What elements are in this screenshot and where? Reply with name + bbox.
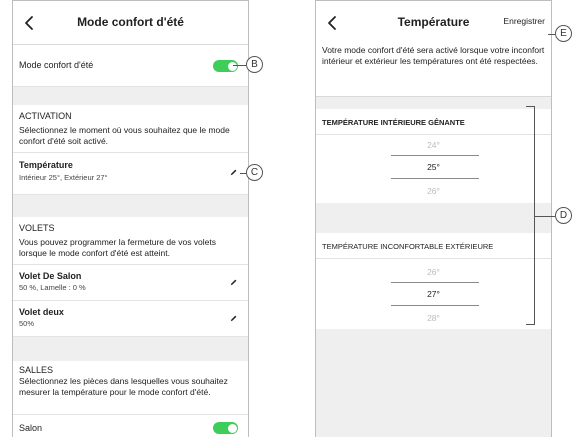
summer-mode-label: Mode confort d'été [19,60,94,70]
room-label: Salon [19,423,43,433]
activation-section: ACTIVATION Sélectionnez le moment où vou… [13,105,248,153]
outdoor-header-row: TEMPÉRATURE INCONFORTABLE EXTÉRIEURE [316,233,551,259]
picker-line [391,178,479,179]
summer-mode-row: Mode confort d'été [13,45,248,87]
picker-line [391,155,479,156]
shutter-subtitle: 50% [19,319,35,328]
room-row: Salon [13,415,248,437]
shutter-row[interactable]: Volet De Salon 50 %, Lamelle : 0 % [13,265,248,301]
indoor-header: TEMPÉRATURE INTÉRIEURE GÊNANTE [322,118,465,127]
summer-comfort-screen: Mode confort d'été Mode confort d'été AC… [12,0,249,437]
salles-section: SALLES Sélectionnez les pièces dans lesq… [13,361,248,415]
indoor-header-row: TEMPÉRATURE INTÉRIEURE GÊNANTE [316,109,551,135]
activation-description: Sélectionnez le moment où vous souhaitez… [19,125,230,146]
temperature-screen: Température Enregistrer Votre mode confo… [315,0,552,437]
empty-area [316,329,551,437]
activation-header: ACTIVATION [19,111,72,121]
volets-section: VOLETS Vous pouvez programmer la fermetu… [13,217,248,265]
section-gap [316,203,551,233]
header-bar: Mode confort d'été [13,1,248,45]
picker-option[interactable]: 26° [316,267,551,277]
toggle-knob [227,423,237,433]
section-gap [316,97,551,109]
shutter-title: Volet De Salon [19,271,82,281]
shutter-subtitle: 50 %, Lamelle : 0 % [19,283,86,292]
description-text: Votre mode confort d'été sera activé lor… [322,45,545,66]
picker-line [391,282,479,283]
temperature-subtitle: Intérieur 25°, Extérieur 27° [19,173,108,182]
section-gap [13,337,248,361]
pencil-icon[interactable] [229,314,238,323]
picker-option[interactable]: 28° [316,313,551,323]
volets-header: VOLETS [19,223,55,233]
shutter-row[interactable]: Volet deux 50% [13,301,248,337]
outdoor-picker[interactable]: 26° 27° 28° [316,259,551,329]
salles-header: SALLES [19,365,54,375]
callout-leader [535,216,555,217]
volets-description: Vous pouvez programmer la fermeture de v… [19,237,217,258]
salles-description: Sélectionnez les pièces dans lesquelles … [19,376,228,397]
pencil-icon[interactable] [229,278,238,287]
indoor-picker[interactable]: 24° 25° 26° [316,135,551,203]
picker-selected[interactable]: 27° [316,289,551,299]
toggle-knob [227,61,237,71]
header-bar: Température Enregistrer Votre mode confo… [316,1,551,97]
callout-c: C [246,164,263,181]
picker-option[interactable]: 26° [316,186,551,196]
section-gap [13,87,248,105]
picker-selected[interactable]: 25° [316,162,551,172]
pencil-icon[interactable] [229,168,238,177]
picker-line [391,305,479,306]
picker-option[interactable]: 24° [316,140,551,150]
save-button[interactable]: Enregistrer [503,16,545,26]
callout-bracket [526,106,535,325]
section-gap [13,195,248,217]
outdoor-header: TEMPÉRATURE INCONFORTABLE EXTÉRIEURE [322,242,494,251]
temperature-row[interactable]: Température Intérieur 25°, Extérieur 27° [13,153,248,195]
callout-leader [233,65,246,66]
temperature-title: Température [19,160,73,170]
summer-mode-toggle[interactable] [213,60,238,72]
page-title: Mode confort d'été [77,15,184,29]
callout-b: B [246,56,263,73]
room-toggle[interactable] [213,422,238,434]
shutter-title: Volet deux [19,307,64,317]
callout-e: E [555,25,572,42]
callout-leader [548,34,555,35]
callout-d: D [555,207,572,224]
